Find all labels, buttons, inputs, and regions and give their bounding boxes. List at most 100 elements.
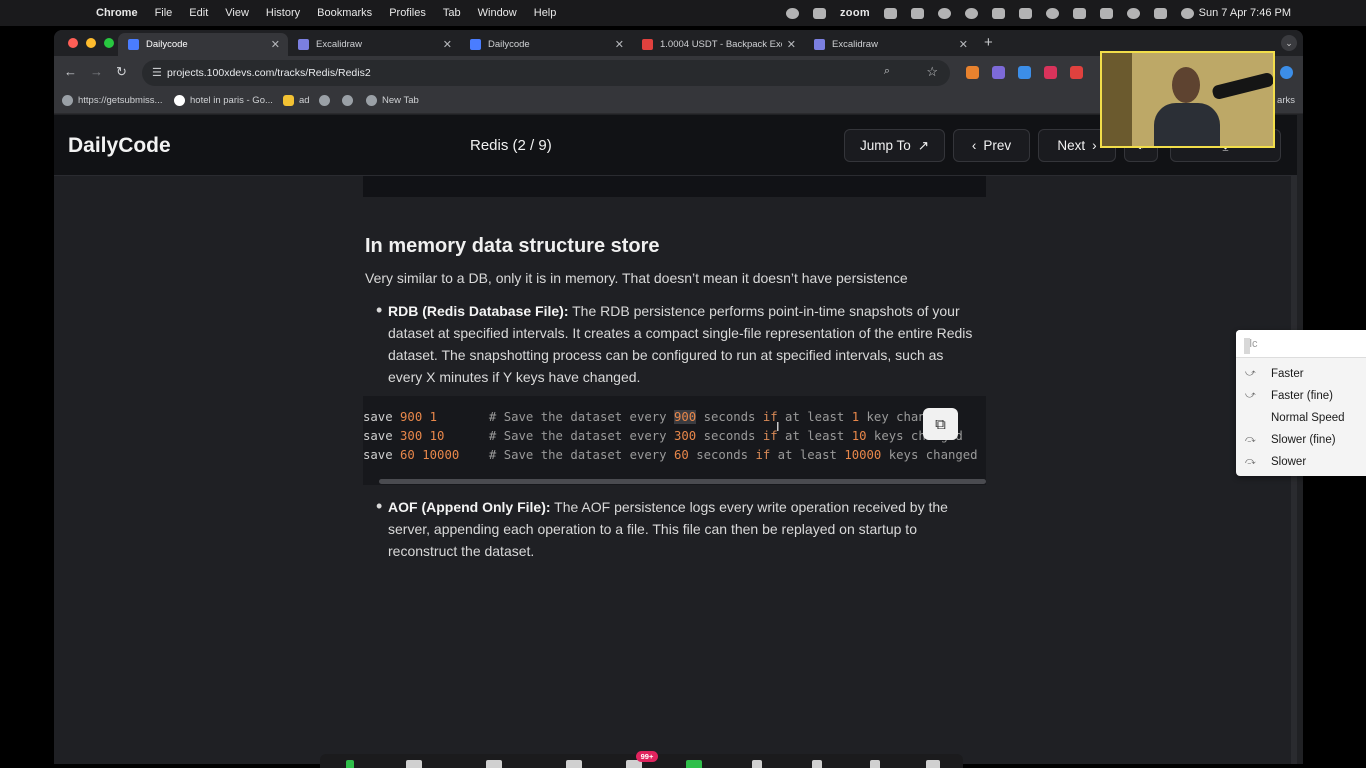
share-screen-icon[interactable] — [686, 760, 702, 768]
extension-icon[interactable] — [1044, 66, 1057, 79]
bookmark-item[interactable] — [342, 95, 353, 106]
zoom-magnifier-icon[interactable]: ⌕ — [884, 65, 890, 78]
status-bag-icon[interactable] — [991, 7, 1005, 19]
dailycode-favicon-icon — [128, 39, 139, 50]
menu-view[interactable]: View — [225, 7, 249, 19]
tab-excalidraw-2[interactable]: Excalidraw ✕ — [804, 33, 976, 56]
bookmark-item[interactable]: New Tab — [366, 95, 419, 106]
menu-clock[interactable]: Sun 7 Apr 7:46 PM — [1199, 7, 1291, 19]
site-logo[interactable]: DailyCode — [68, 134, 171, 158]
back-arrow-icon[interactable]: ← — [64, 64, 77, 79]
vlc-option-slower[interactable]: Slower — [1271, 456, 1306, 468]
status-weather-icon[interactable] — [813, 7, 826, 19]
bookmark-item[interactable]: hotel in paris - Go... — [174, 95, 273, 106]
menu-window[interactable]: Window — [478, 7, 517, 19]
phantom-extension-icon[interactable] — [992, 66, 1005, 79]
close-tab-icon[interactable]: ✕ — [787, 38, 796, 51]
zoom-window-button[interactable] — [104, 38, 114, 48]
fullscreen-icon[interactable] — [870, 760, 880, 768]
menu-app-name[interactable]: Chrome — [96, 7, 138, 19]
close-tab-icon[interactable]: ✕ — [959, 38, 968, 51]
menu-file[interactable]: File — [155, 7, 173, 19]
chevron-right-icon: › — [1092, 138, 1097, 153]
siri-icon[interactable] — [1180, 7, 1194, 19]
webcam-person-body — [1154, 103, 1220, 146]
vlc-search-field[interactable]: vlc — [1236, 330, 1366, 358]
menu-help[interactable]: Help — [534, 7, 557, 19]
dailycode-favicon-icon — [470, 39, 481, 50]
code-horizontal-scrollbar[interactable] — [379, 479, 986, 484]
prev-button[interactable]: ‹ Prev — [953, 129, 1030, 162]
close-window-button[interactable] — [68, 38, 78, 48]
menu-edit[interactable]: Edit — [189, 7, 208, 19]
tab-dailycode[interactable]: Dailycode ✕ — [460, 33, 632, 56]
status-record-icon[interactable] — [964, 7, 978, 19]
vlc-menu-scrollbar[interactable] — [1244, 338, 1250, 354]
next-label: Next — [1057, 138, 1086, 153]
menu-profiles[interactable]: Profiles — [389, 7, 426, 19]
address-url[interactable]: projects.100xdevs.com/tracks/Redis/Redis… — [167, 67, 371, 79]
pause-share-icon[interactable] — [752, 760, 762, 768]
address-bar[interactable]: ☰ projects.100xdevs.com/tracks/Redis/Red… — [142, 60, 950, 86]
forward-arrow-icon[interactable]: → — [90, 64, 103, 79]
backpack-extension-icon[interactable] — [1070, 66, 1083, 79]
code-line: save 900 1 # Save the dataset every 900 … — [363, 410, 948, 424]
track-progress-title: Redis (2 / 9) — [470, 137, 552, 154]
tab-dailycode-active[interactable]: Dailycode ✕ — [118, 33, 288, 56]
bullet-dot: • — [376, 300, 383, 320]
tab-excalidraw[interactable]: Excalidraw ✕ — [288, 33, 460, 56]
bookmark-star-icon[interactable]: ☆ — [926, 64, 938, 80]
jump-to-label: Jump To — [859, 138, 911, 153]
bookmark-item[interactable]: ad — [283, 95, 310, 106]
vlc-option-normal-speed[interactable]: Normal Speed — [1271, 412, 1345, 424]
vlc-option-faster-fine[interactable]: Faster (fine) — [1271, 390, 1333, 402]
reload-icon[interactable]: ↻ — [116, 64, 127, 80]
participants-icon[interactable] — [486, 760, 502, 768]
tab-title: Excalidraw — [316, 39, 362, 50]
rdb-list-item: RDB (Redis Database File): The RDB persi… — [388, 300, 978, 388]
menu-tab[interactable]: Tab — [443, 7, 461, 19]
all-bookmarks-label[interactable]: arks — [1277, 95, 1295, 106]
copy-code-button[interactable]: ⧉ — [923, 408, 958, 440]
video-camera-icon[interactable] — [406, 760, 422, 768]
extension-icon[interactable] — [1018, 66, 1031, 79]
bookmark-item[interactable]: https://getsubmiss... — [62, 95, 162, 106]
metamask-extension-icon[interactable] — [966, 66, 979, 79]
tab-search-chevron-icon[interactable]: ⌄ — [1281, 35, 1297, 51]
spotlight-icon[interactable] — [1126, 7, 1140, 19]
status-x-icon[interactable] — [910, 7, 924, 19]
vlc-option-slower-fine[interactable]: Slower (fine) — [1271, 434, 1336, 446]
status-mail-icon[interactable] — [1018, 7, 1032, 19]
chat-icon[interactable] — [566, 760, 582, 768]
wifi-icon[interactable] — [1099, 7, 1113, 19]
site-settings-icon[interactable]: ☰ — [152, 66, 162, 79]
faster-fine-icon: ⤻ — [1245, 390, 1256, 401]
status-grid-icon[interactable] — [937, 7, 951, 19]
menu-history[interactable]: History — [266, 7, 300, 19]
close-tab-icon[interactable]: ✕ — [615, 38, 624, 51]
prev-label: Prev — [983, 138, 1012, 153]
tab-title: Dailycode — [488, 39, 530, 50]
status-drop-icon[interactable] — [883, 7, 897, 19]
minimize-window-button[interactable] — [86, 38, 96, 48]
article-content: In memory data structure store Very simi… — [54, 176, 1297, 764]
close-tab-icon[interactable]: ✕ — [271, 38, 280, 51]
menu-bookmarks[interactable]: Bookmarks — [317, 7, 372, 19]
battery-icon[interactable] — [1072, 7, 1086, 19]
bookmark-item[interactable] — [319, 95, 330, 106]
webcam-overlay[interactable] — [1100, 51, 1275, 148]
annotate-icon[interactable] — [812, 760, 822, 768]
mute-microphone-icon[interactable] — [346, 760, 354, 768]
code-block[interactable]: save 900 1 # Save the dataset every 900 … — [363, 396, 986, 485]
status-zoom-label[interactable]: zoom — [840, 7, 870, 19]
tab-backpack[interactable]: 1.0004 USDT - Backpack Exc ✕ — [632, 33, 804, 56]
control-center-icon[interactable] — [1153, 7, 1167, 19]
status-openai-icon[interactable] — [786, 7, 799, 19]
vlc-option-faster[interactable]: Faster — [1271, 368, 1304, 380]
new-tab-button[interactable]: + — [984, 34, 993, 51]
jump-to-button[interactable]: Jump To ↗ — [844, 129, 945, 162]
close-tab-icon[interactable]: ✕ — [443, 38, 452, 51]
profile-avatar-icon[interactable] — [1280, 66, 1293, 79]
more-options-icon[interactable] — [926, 760, 940, 768]
moon-icon[interactable] — [1045, 7, 1059, 19]
